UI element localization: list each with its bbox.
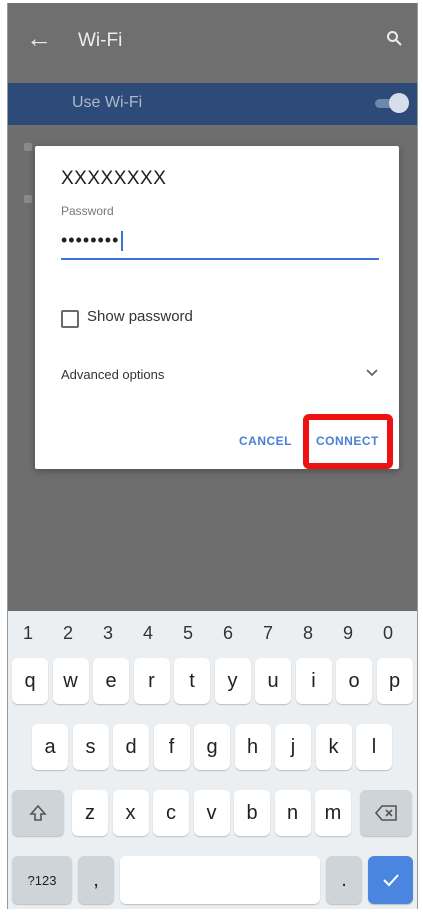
period-key[interactable]: . — [326, 856, 362, 904]
comma-key[interactable]: , — [78, 856, 114, 904]
background-network-list — [24, 143, 34, 223]
number-key-6[interactable]: 6 — [218, 623, 238, 644]
network-name: XXXXXXXX — [61, 168, 167, 189]
shift-key[interactable] — [12, 790, 64, 836]
key-j[interactable]: j — [275, 724, 311, 770]
key-d[interactable]: d — [113, 724, 149, 770]
password-value: •••••••• — [61, 230, 124, 252]
key-m[interactable]: m — [315, 790, 351, 836]
soft-keyboard: 1234567890 q w e r t y u i o p a s d f g h j k l z x c v b n m ?12… — [8, 611, 417, 909]
password-field[interactable]: •••••••• — [61, 228, 379, 260]
list-item — [24, 143, 32, 151]
use-wifi-label: Use Wi-Fi — [72, 94, 143, 111]
show-password-label: Show password — [87, 308, 193, 325]
key-t[interactable]: t — [174, 658, 210, 704]
connect-button[interactable]: CONNECT — [316, 434, 379, 448]
password-label: Password — [61, 204, 114, 218]
wifi-connect-dialog: XXXXXXXX Password •••••••• Show password… — [35, 146, 399, 469]
key-b[interactable]: b — [234, 790, 270, 836]
key-q[interactable]: q — [12, 658, 48, 704]
page-title: Wi-Fi — [78, 30, 123, 51]
key-y[interactable]: y — [214, 658, 251, 704]
number-key-5[interactable]: 5 — [178, 623, 198, 644]
number-key-3[interactable]: 3 — [98, 623, 118, 644]
number-key-1[interactable]: 1 — [18, 623, 38, 644]
backspace-icon — [374, 805, 397, 821]
number-key-0[interactable]: 0 — [378, 623, 398, 644]
key-u[interactable]: u — [255, 658, 291, 704]
symbols-key[interactable]: ?123 — [12, 856, 72, 904]
key-c[interactable]: c — [153, 790, 189, 836]
advanced-options-toggle[interactable]: Advanced options — [61, 367, 164, 382]
number-key-4[interactable]: 4 — [138, 623, 158, 644]
key-r[interactable]: r — [133, 658, 170, 704]
chevron-down-icon[interactable] — [365, 368, 379, 378]
number-key-8[interactable]: 8 — [298, 623, 318, 644]
backspace-key[interactable] — [360, 790, 412, 836]
key-z[interactable]: z — [72, 790, 108, 836]
number-key-2[interactable]: 2 — [58, 623, 78, 644]
use-wifi-bar[interactable]: Use Wi-Fi — [8, 83, 417, 125]
checkmark-icon — [382, 874, 399, 887]
screen: ← Wi-Fi Use Wi-Fi XXXXXXXX Password ••••… — [7, 3, 418, 909]
enter-key[interactable] — [368, 856, 413, 904]
app-bar: ← Wi-Fi — [8, 3, 417, 83]
key-p[interactable]: p — [376, 658, 413, 704]
toggle-thumb — [389, 93, 409, 113]
key-i[interactable]: i — [295, 658, 332, 704]
arrow-back-icon[interactable]: ← — [26, 25, 52, 51]
key-n[interactable]: n — [274, 790, 311, 836]
wifi-toggle[interactable] — [375, 93, 409, 113]
search-icon[interactable] — [386, 30, 402, 46]
key-e[interactable]: e — [93, 658, 129, 704]
key-v[interactable]: v — [193, 790, 230, 836]
key-a[interactable]: a — [32, 724, 68, 770]
shift-icon — [29, 804, 47, 821]
key-f[interactable]: f — [153, 724, 190, 770]
key-l[interactable]: l — [356, 724, 392, 770]
key-g[interactable]: g — [194, 724, 230, 770]
space-key[interactable] — [120, 856, 320, 904]
key-x[interactable]: x — [112, 790, 149, 836]
key-h[interactable]: h — [234, 724, 271, 770]
key-w[interactable]: w — [52, 658, 89, 704]
cancel-button[interactable]: CANCEL — [239, 434, 292, 448]
list-item — [24, 195, 32, 203]
key-o[interactable]: o — [336, 658, 372, 704]
number-key-7[interactable]: 7 — [258, 623, 278, 644]
checkbox-icon[interactable] — [61, 310, 79, 328]
key-s[interactable]: s — [72, 724, 109, 770]
text-cursor — [121, 231, 124, 252]
number-row: 1234567890 — [8, 611, 417, 653]
key-k[interactable]: k — [315, 724, 352, 770]
number-key-9[interactable]: 9 — [338, 623, 358, 644]
